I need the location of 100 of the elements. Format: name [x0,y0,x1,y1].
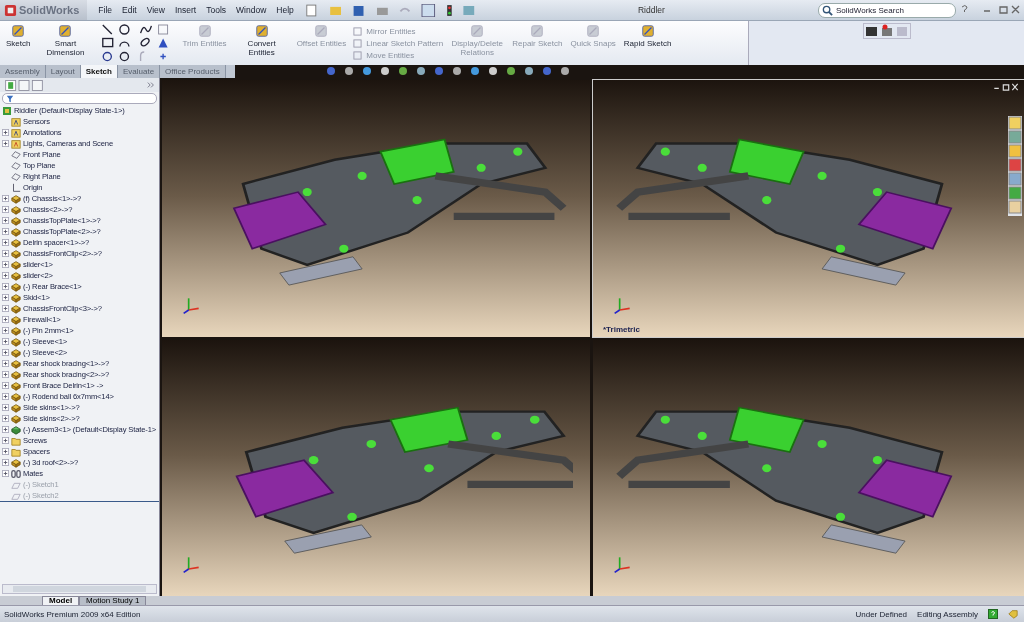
part-icon [11,369,21,380]
command-button[interactable]: Convert Entities [231,22,292,64]
expand-icon[interactable] [2,316,9,323]
command-tab[interactable]: Assembly [0,65,46,78]
part-icon [11,292,21,303]
expand-icon[interactable] [2,415,9,422]
expand-icon[interactable] [2,228,9,235]
model-viewport[interactable]: *Trimetric [593,80,1024,337]
axis-triad-icon [182,554,202,574]
expand-icon[interactable] [2,338,9,345]
expand-icon[interactable] [2,239,9,246]
command-tab[interactable]: Layout [45,65,81,78]
folder-icon [11,446,21,457]
menu-item[interactable]: Window [231,5,272,15]
status-text: Under Defined [855,609,908,619]
part-icon [11,391,21,402]
menu-item[interactable]: Help [271,5,299,15]
expand-icon[interactable] [2,217,9,224]
expand-icon[interactable] [2,382,9,389]
expand-icon[interactable] [2,195,9,202]
window-title: Riddler [636,5,666,15]
menu-item[interactable]: Edit [117,5,142,15]
menu-item[interactable]: File [93,5,117,15]
part-icon [11,303,21,314]
help-icon[interactable] [988,609,998,619]
part-icon [11,347,21,358]
expand-icon[interactable] [2,206,9,213]
expand-icon[interactable] [2,393,9,400]
tool-icon [470,24,485,38]
plane-icon [11,160,21,171]
part-icon [11,237,21,248]
part-icon [11,248,21,259]
plane-icon [11,149,21,160]
expand-icon[interactable] [2,140,9,147]
part-icon [11,193,21,204]
menu-item[interactable]: Insert [169,5,202,15]
sensor-icon [11,116,21,127]
assembly-icon [2,105,12,116]
expand-icon[interactable] [2,250,9,257]
expand-icon[interactable] [2,327,9,334]
tool-icon [11,24,26,38]
part-icon [11,259,21,270]
status-text: Editing Assembly [917,609,978,619]
task-pane-icon[interactable] [1008,116,1022,216]
part-icon [11,402,21,413]
horizontal-scrollbar[interactable] [2,584,157,594]
command-tab[interactable]: Evaluate [117,65,161,78]
part-icon [11,413,21,424]
expand-icon[interactable] [2,283,9,290]
part-icon [11,215,21,226]
part-icon [11,380,21,391]
mates-icon [11,468,21,479]
viewport-controls-icon[interactable] [992,83,1020,92]
command-button[interactable]: Smart Dimension [35,22,96,64]
camera-toolbar-icon[interactable] [862,23,911,39]
filter-field[interactable] [2,93,157,104]
lights-icon [11,138,21,149]
part-icon [11,457,21,468]
expand-icon[interactable] [2,129,9,136]
expand-icon[interactable] [2,360,9,367]
command-tab[interactable]: Office Products [160,65,226,78]
expand-icon[interactable] [2,426,9,433]
status-text: SolidWorks Premium 2009 x64 Edition [4,609,142,619]
part-icon [11,281,21,292]
folder-icon [11,435,21,446]
expand-icon[interactable] [2,294,9,301]
model-viewport[interactable] [593,339,1024,596]
command-tab[interactable]: Sketch [80,65,118,78]
expand-icon[interactable] [2,371,9,378]
model-viewport[interactable] [162,80,590,337]
expand-icon[interactable] [2,349,9,356]
view-label: *Trimetric [603,324,640,334]
command-button[interactable]: Rapid Sketch [620,22,675,64]
menu-item[interactable]: Tools [201,5,232,15]
model-viewport[interactable] [162,339,590,596]
tool-icon [58,24,73,38]
assembly-icon [11,424,21,435]
search-field[interactable]: SolidWorks Search [818,2,956,18]
command-button[interactable]: Sketch [3,22,34,64]
window-controls-icon[interactable] [960,4,1020,16]
part-icon [11,314,21,325]
part-icon [11,204,21,215]
axis-triad-icon [613,554,633,574]
expand-icon[interactable] [2,448,9,455]
expand-icon[interactable] [2,305,9,312]
logo-text: SolidWorks [19,4,80,16]
tool-icon [197,24,212,38]
menu-item[interactable]: View [141,5,170,15]
expand-icon[interactable] [2,437,9,444]
part-icon [11,270,21,281]
expand-icon[interactable] [2,470,9,477]
expand-icon[interactable] [2,261,9,268]
expand-icon[interactable] [2,272,9,279]
plane-icon [11,171,21,182]
tool-icon [640,24,655,38]
logo-icon [4,3,17,17]
expand-icon[interactable] [2,404,9,411]
expand-icon[interactable] [2,459,9,466]
origin-icon [11,182,21,193]
tool-icon [530,24,545,38]
